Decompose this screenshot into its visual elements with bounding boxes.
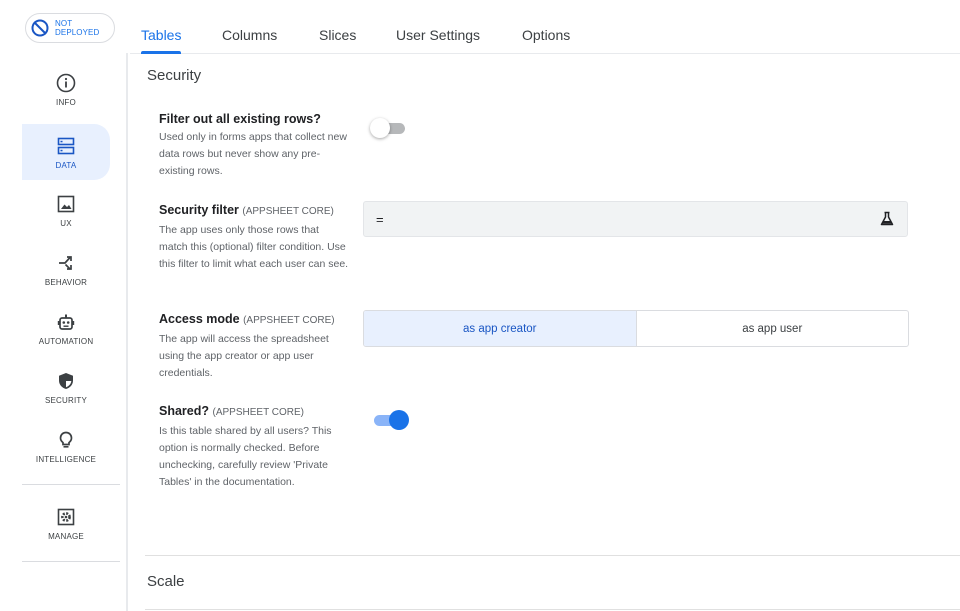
section-title-security: Security — [147, 67, 202, 84]
setting-filter-rows: Filter out all existing rows? Used only … — [159, 111, 349, 180]
filter-rows-toggle[interactable] — [370, 117, 407, 139]
data-icon — [55, 135, 77, 157]
info-icon — [55, 72, 77, 94]
deploy-status-label: NOT DEPLOYED — [55, 19, 100, 37]
setting-description: Used only in forms apps that collect new… — [159, 131, 347, 177]
access-mode-selector: as app creator as app user — [363, 310, 909, 347]
appsheet-core-tag: (APPSHEET CORE) — [242, 206, 334, 217]
setting-security-filter: Security filter (APPSHEET CORE) The app … — [159, 202, 349, 273]
setting-shared: Shared? (APPSHEET CORE) Is this table sh… — [159, 403, 349, 491]
robot-icon — [55, 311, 77, 333]
sidebar-item-data[interactable]: DATA — [22, 124, 110, 180]
setting-title: Security filter — [159, 203, 239, 217]
access-mode-app-creator-option[interactable]: as app creator — [364, 311, 637, 346]
sidebar-item-label: BEHAVIOR — [44, 277, 88, 287]
sidebar-item-behavior[interactable]: BEHAVIOR — [22, 241, 110, 297]
tab-bar: Tables Columns Slices User Settings Opti… — [130, 22, 960, 54]
sidebar-item-label: INFO — [56, 97, 76, 107]
lightbulb-icon — [55, 429, 77, 451]
section-divider — [145, 609, 960, 610]
manage-gear-icon — [55, 506, 77, 528]
setting-description: The app uses only those rows that match … — [159, 224, 349, 270]
sidebar-item-security[interactable]: SECURITY — [22, 359, 110, 415]
sidebar-item-info[interactable]: INFO — [22, 61, 110, 117]
shield-icon — [55, 370, 77, 392]
image-icon — [55, 193, 77, 215]
sidebar-item-label: SECURITY — [44, 395, 88, 405]
access-mode-app-user-option[interactable]: as app user — [637, 311, 909, 346]
flask-icon[interactable] — [879, 211, 895, 227]
appsheet-core-tag: (APPSHEET CORE) — [243, 315, 335, 326]
setting-description: The app will access the spreadsheet usin… — [159, 333, 329, 379]
sidebar: INFO DATA UX BEHAVIOR AUTOMATION SECURIT… — [0, 53, 128, 611]
sidebar-item-ux[interactable]: UX — [22, 182, 110, 238]
tab-tables[interactable]: Tables — [141, 27, 182, 54]
sidebar-item-automation[interactable]: AUTOMATION — [22, 300, 110, 356]
sidebar-item-intelligence[interactable]: INTELLIGENCE — [22, 418, 110, 474]
setting-title: Filter out all existing rows? — [159, 112, 321, 126]
section-divider — [145, 555, 960, 556]
sidebar-item-label: MANAGE — [48, 531, 84, 541]
security-filter-expression-input[interactable]: = — [363, 201, 908, 237]
sidebar-item-manage[interactable]: MANAGE — [22, 495, 110, 551]
sidebar-item-label: DATA — [55, 160, 77, 170]
tab-slices[interactable]: Slices — [319, 27, 356, 53]
expression-value: = — [376, 211, 384, 227]
tab-options[interactable]: Options — [522, 27, 570, 53]
sidebar-item-label: AUTOMATION — [38, 336, 94, 346]
tab-user-settings[interactable]: User Settings — [396, 27, 480, 53]
setting-title: Access mode — [159, 312, 240, 326]
shuffle-icon — [55, 252, 77, 274]
tab-columns[interactable]: Columns — [222, 27, 277, 53]
section-title-scale: Scale — [147, 573, 185, 590]
setting-title: Shared? — [159, 404, 210, 418]
deploy-status-badge[interactable]: NOT DEPLOYED — [25, 13, 115, 43]
shared-toggle[interactable] — [372, 409, 409, 431]
sidebar-divider — [22, 561, 120, 562]
not-deployed-icon — [30, 18, 50, 38]
setting-description: Is this table shared by all users? This … — [159, 425, 332, 488]
setting-access-mode: Access mode (APPSHEET CORE) The app will… — [159, 311, 349, 382]
sidebar-divider — [22, 484, 120, 485]
sidebar-item-label: INTELLIGENCE — [35, 454, 97, 464]
sidebar-item-label: UX — [60, 218, 72, 228]
appsheet-core-tag: (APPSHEET CORE) — [212, 407, 305, 418]
